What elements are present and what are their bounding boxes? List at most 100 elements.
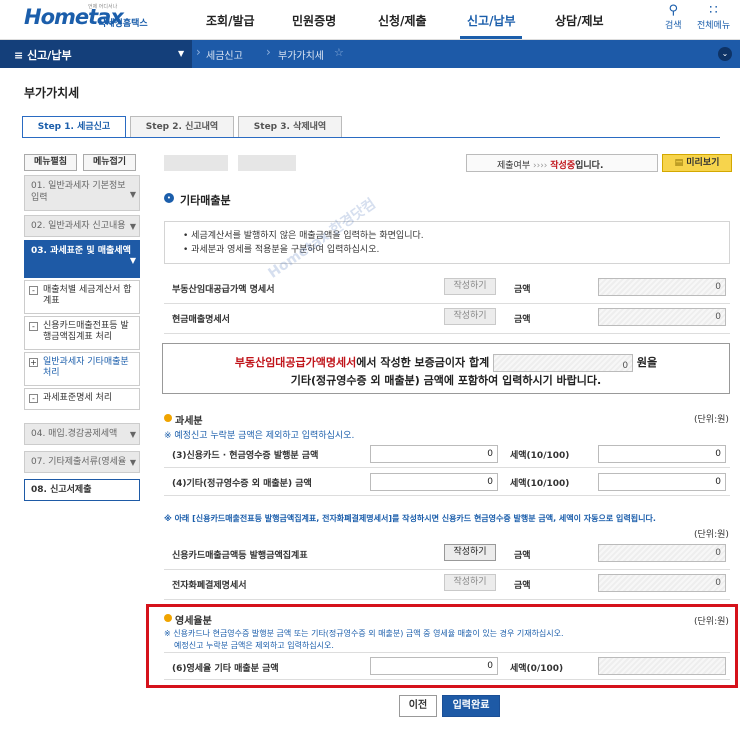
amount-field: 0 xyxy=(598,574,726,592)
collapse-menu-button[interactable]: 메뉴접기 xyxy=(83,154,136,171)
search-icon: ⚲ xyxy=(668,3,679,18)
tab-step1[interactable]: Step 1. 세금신고 xyxy=(22,116,126,138)
zero-rate-note: 예정신고 누락분 금액은 제외하고 입력하십시오. xyxy=(174,641,334,650)
write-button[interactable]: 작성하기 xyxy=(444,544,496,561)
section-bullet-icon xyxy=(164,614,172,622)
amount-label: 금액 xyxy=(514,285,531,295)
plus-icon: + xyxy=(29,358,38,367)
row-zero-rate: (6)영세율 기타 매출분 금액 0 세액(0/100) xyxy=(164,652,730,680)
sidebar-sub-other[interactable]: + 일반과세자 기타매출분 처리 xyxy=(24,352,140,386)
star-icon[interactable]: ☆ xyxy=(334,46,344,59)
sidebar-item-label: 01. 일반과세자 기본정보 입력 xyxy=(31,181,126,203)
breadcrumb-vat[interactable]: 부가가치세 xyxy=(278,47,324,62)
notice-text: 원을 xyxy=(636,356,658,369)
sidebar-item-submit[interactable]: 08. 신고서제출 xyxy=(24,479,140,501)
sidebar-item-documents[interactable]: 07. 기타제출서류(영세율 ▼ xyxy=(24,451,140,473)
tax-label: 세액(10/100) xyxy=(510,451,570,461)
row-card-summary: 신용카드매출금액등 발행금액집계표 작성하기 금액 0 xyxy=(164,538,730,570)
tax-label: 세액(0/100) xyxy=(510,664,564,674)
section-label: 신고/납부 xyxy=(27,49,72,62)
zero-rate-amount-input[interactable]: 0 xyxy=(370,657,498,675)
sidebar-item-purchase[interactable]: 04. 매입.경감공제세액 ▼ xyxy=(24,423,140,445)
zero-rate-tax-field xyxy=(598,657,726,675)
other-tax-input[interactable]: 0 xyxy=(598,473,726,491)
tab-step2[interactable]: Step 2. 신고내역 xyxy=(130,116,234,138)
grid-icon: ∷ xyxy=(709,3,718,18)
instruction-line: • 과세분과 영세를 적용분을 구분하여 입력하십시오. xyxy=(183,245,380,255)
row-other-sales: (4)기타(정규영수증 외 매출분) 금액 0 세액(10/100) 0 xyxy=(164,468,730,496)
sidebar-item-label: 07. 기타제출서류(영세율 xyxy=(31,457,127,467)
chevron-down-icon: ▼ xyxy=(129,190,136,199)
nav-certificate[interactable]: 민원증명 xyxy=(292,12,336,29)
notice-highlight: 부동산임대공급가액명세서 xyxy=(234,356,357,369)
row-label: (4)기타(정규영수증 외 매출분) 금액 xyxy=(172,479,312,489)
sidebar-sub-label: 신용카드매출전표등 발행금액집계표 처리 xyxy=(43,321,129,342)
zero-rate-section-title: 영세율분 xyxy=(175,616,212,627)
prev-button[interactable]: 이전 xyxy=(399,695,437,717)
sidebar-item-tax-base[interactable]: 03. 과세표준 및 매출세액 ▼ xyxy=(24,240,140,278)
search-button[interactable]: ⚲ 검색 xyxy=(665,3,682,32)
status-label: 제출여부 xyxy=(497,161,531,171)
amount-label: 금액 xyxy=(514,315,531,325)
card-tax-input[interactable]: 0 xyxy=(598,445,726,463)
deposit-interest-field: 0 xyxy=(493,354,634,372)
breadcrumb-tax-filing[interactable]: 세금신고 xyxy=(206,47,243,62)
minus-icon: - xyxy=(29,394,38,403)
sidebar-item-label: 03. 과세표준 및 매출세액 xyxy=(31,246,131,256)
sidebar-item-basic-info[interactable]: 01. 일반과세자 기본정보 입력 ▼ xyxy=(24,175,140,211)
sidebar-sub-taxbase[interactable]: - 과세표준명세 처리 xyxy=(24,388,140,410)
row-label: 전자화폐결제명세서 xyxy=(172,581,247,591)
nav-application[interactable]: 신청/제출 xyxy=(378,12,427,29)
deposit-interest-notice: 부동산임대공급가액명세서에서 작성한 보증금이자 합계 0 원을 기타(정규영수… xyxy=(162,343,730,394)
blurred-business-name xyxy=(164,155,228,171)
chevron-right-icon: › xyxy=(266,45,271,59)
status-state: 작성중 xyxy=(550,161,576,171)
sidebar-sub-invoice[interactable]: - 매출처별 세금계산서 합계표 xyxy=(24,280,140,314)
sidebar-item-report[interactable]: 02. 일반과세자 신고내용 ▼ xyxy=(24,215,140,237)
write-button[interactable]: 작성하기 xyxy=(444,308,496,325)
row-label: (3)신용카드 · 현금영수증 발행분 금액 xyxy=(172,451,319,461)
section-menu[interactable]: ≡ 신고/납부 xyxy=(0,40,192,68)
tab-underline xyxy=(22,137,720,138)
logo-tagline: 언제 어디서나 xyxy=(88,4,118,10)
all-menu-button[interactable]: ∷ 전체메뉴 xyxy=(697,3,730,32)
write-button[interactable]: 작성하기 xyxy=(444,574,496,591)
unit-label: (단위:원) xyxy=(694,415,729,425)
preview-button[interactable]: ▤ 미리보기 xyxy=(662,154,732,172)
logo-subtitle: 국세청홈택스 xyxy=(98,19,148,29)
blurred-business-id xyxy=(238,155,296,171)
tax-label: 세액(10/100) xyxy=(510,479,570,489)
nav-consult[interactable]: 상담/제보 xyxy=(555,12,604,29)
card-amount-input[interactable]: 0 xyxy=(370,445,498,463)
sidebar-sub-card[interactable]: - 신용카드매출전표등 발행금액집계표 처리 xyxy=(24,316,140,350)
row-label: 부동산임대공급가액 명세서 xyxy=(172,285,275,295)
tab-step3[interactable]: Step 3. 삭제내역 xyxy=(238,116,342,138)
notice-text: 기타(정규영수증 외 매출분) 금액에 포함하여 입력하시기 바랍니다. xyxy=(290,374,602,387)
chevron-down-icon: ▼ xyxy=(129,430,136,439)
section-bullet-icon xyxy=(164,414,172,422)
status-suffix: 입니다. xyxy=(575,161,604,171)
breadcrumb-bar: ≡ 신고/납부 ▼ › 세금신고 › 부가가치세 ☆ ⌄ xyxy=(0,40,740,68)
collapse-icon[interactable]: ⌄ xyxy=(718,47,732,61)
nav-inquiry[interactable]: 조회/발급 xyxy=(206,12,255,29)
other-amount-input[interactable]: 0 xyxy=(370,473,498,491)
status-arrows: ›››› xyxy=(533,161,548,171)
chevron-down-icon: ▼ xyxy=(129,222,136,231)
amount-field: 0 xyxy=(598,278,726,296)
chevron-down-icon: ▼ xyxy=(129,458,136,467)
amount-label: 금액 xyxy=(514,581,531,591)
complete-button[interactable]: 입력완료 xyxy=(442,695,500,717)
auto-input-info: ※ 아래 [신용카드매출전표등 발행금액집계표, 전자화폐결제명세서]를 작성하… xyxy=(164,514,656,523)
write-button[interactable]: 작성하기 xyxy=(444,278,496,295)
chevron-down-icon: ▼ xyxy=(129,256,136,265)
sidebar-sub-label: 과세표준명세 처리 xyxy=(43,393,113,403)
row-e-money: 전자화폐결제명세서 작성하기 금액 0 xyxy=(164,568,730,600)
nav-filing[interactable]: 신고/납부 xyxy=(467,12,516,29)
sidebar-sub-label: 일반과세자 기타매출분 처리 xyxy=(43,357,129,378)
unit-label: (단위:원) xyxy=(694,617,729,627)
sidebar-item-label: 08. 신고서제출 xyxy=(31,485,92,495)
amount-label: 금액 xyxy=(514,551,531,561)
row-card-sales: (3)신용카드 · 현금영수증 발행분 금액 0 세액(10/100) 0 xyxy=(164,440,730,468)
section-dropdown-icon[interactable]: ▼ xyxy=(178,49,184,58)
expand-menu-button[interactable]: 메뉴펼침 xyxy=(24,154,77,171)
